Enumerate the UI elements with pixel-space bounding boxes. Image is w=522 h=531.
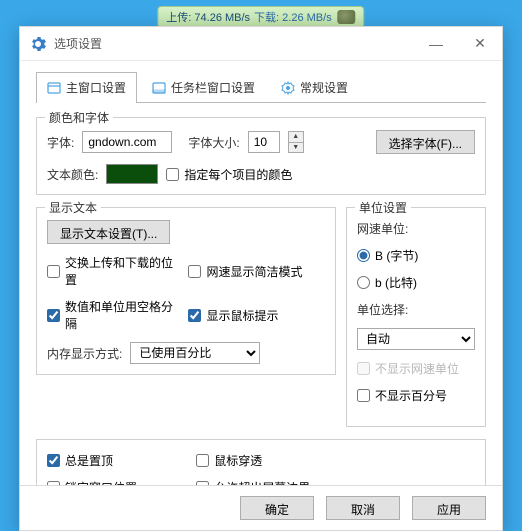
cancel-button[interactable]: 取消 [326, 496, 400, 520]
text-color-label: 文本颜色: [47, 166, 98, 183]
memory-display-label: 内存显示方式: [47, 345, 122, 362]
stepper-down-icon[interactable]: ▼ [289, 142, 303, 153]
speed-unit-label: 网速单位: [357, 220, 408, 237]
radio-byte[interactable]: B (字节) [357, 247, 418, 264]
font-size-input[interactable] [248, 131, 280, 153]
minimize-button[interactable]: — [414, 29, 458, 59]
tabs: 主窗口设置 任务栏窗口设置 常规设置 [20, 61, 502, 102]
gear-icon [30, 36, 46, 52]
tab-content: 颜色和字体 字体: 字体大小: ▲ ▼ 选择字体(F)... 文本颜色: 指定每… [20, 103, 502, 485]
checkbox-always-top[interactable]: 总是置顶 [47, 452, 188, 469]
checkbox-mouse-through[interactable]: 鼠标穿透 [196, 452, 262, 469]
tab-main-window[interactable]: 主窗口设置 [36, 72, 137, 102]
unit-select[interactable]: 自动 [357, 328, 475, 350]
choose-font-button[interactable]: 选择字体(F)... [376, 130, 475, 154]
checkbox-hide-speed-unit: 不显示网速单位 [357, 360, 459, 377]
stepper-up-icon[interactable]: ▲ [289, 132, 303, 142]
upload-label: 上传: 74.26 MB/s [166, 9, 250, 25]
dialog-buttons: 确定 取消 应用 [20, 485, 502, 530]
window-icon [47, 81, 61, 95]
checkbox-per-item-color[interactable]: 指定每个项目的颜色 [166, 166, 292, 183]
apply-button[interactable]: 应用 [412, 496, 486, 520]
gear-small-icon [281, 81, 295, 95]
group-bottom: 总是置顶 鼠标穿透 锁定窗口位置 允许超出屏幕边界 [36, 439, 486, 485]
decoration-icon [338, 10, 356, 24]
group-unit: 单位设置 网速单位: B (字节) b (比特) 单位选择: 自动 不显示网速单… [346, 207, 486, 427]
tab-general[interactable]: 常规设置 [270, 72, 359, 102]
window-title: 选项设置 [54, 35, 102, 52]
checkbox-mouse-tooltip[interactable]: 显示鼠标提示 [188, 307, 278, 324]
group-display-text: 显示文本 显示文本设置(T)... 交换上传和下载的位置 网速显示简洁模式 数值… [36, 207, 336, 375]
legend-display-text: 显示文本 [45, 199, 101, 216]
checkbox-swap-updown[interactable]: 交换上传和下载的位置 [47, 254, 180, 288]
font-size-stepper[interactable]: ▲ ▼ [288, 131, 304, 153]
checkbox-space-separator[interactable]: 数值和单位用空格分隔 [47, 298, 180, 332]
checkbox-compact-speed[interactable]: 网速显示简洁模式 [188, 263, 302, 280]
radio-bit[interactable]: b (比特) [357, 274, 417, 291]
checkbox-hide-percent[interactable]: 不显示百分号 [357, 387, 447, 404]
settings-window: 选项设置 — ✕ 主窗口设置 任务栏窗口设置 常规设置 颜色和字体 字体: 字体… [19, 26, 503, 531]
legend-unit: 单位设置 [355, 199, 411, 216]
group-colors-fonts: 颜色和字体 字体: 字体大小: ▲ ▼ 选择字体(F)... 文本颜色: 指定每… [36, 117, 486, 195]
titlebar: 选项设置 — ✕ [20, 27, 502, 61]
font-size-label: 字体大小: [188, 134, 239, 151]
font-input[interactable] [82, 131, 172, 153]
tab-taskbar-window[interactable]: 任务栏窗口设置 [141, 72, 266, 102]
speed-indicator: 上传: 74.26 MB/s 下载: 2.26 MB/s [157, 6, 364, 28]
close-button[interactable]: ✕ [458, 29, 502, 59]
display-text-settings-button[interactable]: 显示文本设置(T)... [47, 220, 170, 244]
legend-colors-fonts: 颜色和字体 [45, 109, 113, 126]
font-label: 字体: [47, 134, 74, 151]
download-label: 下载: 2.26 MB/s [254, 9, 332, 25]
text-color-swatch[interactable] [106, 164, 158, 184]
unit-select-label: 单位选择: [357, 301, 408, 318]
memory-display-select[interactable]: 已使用百分比 [130, 342, 260, 364]
ok-button[interactable]: 确定 [240, 496, 314, 520]
taskbar-icon [152, 81, 166, 95]
